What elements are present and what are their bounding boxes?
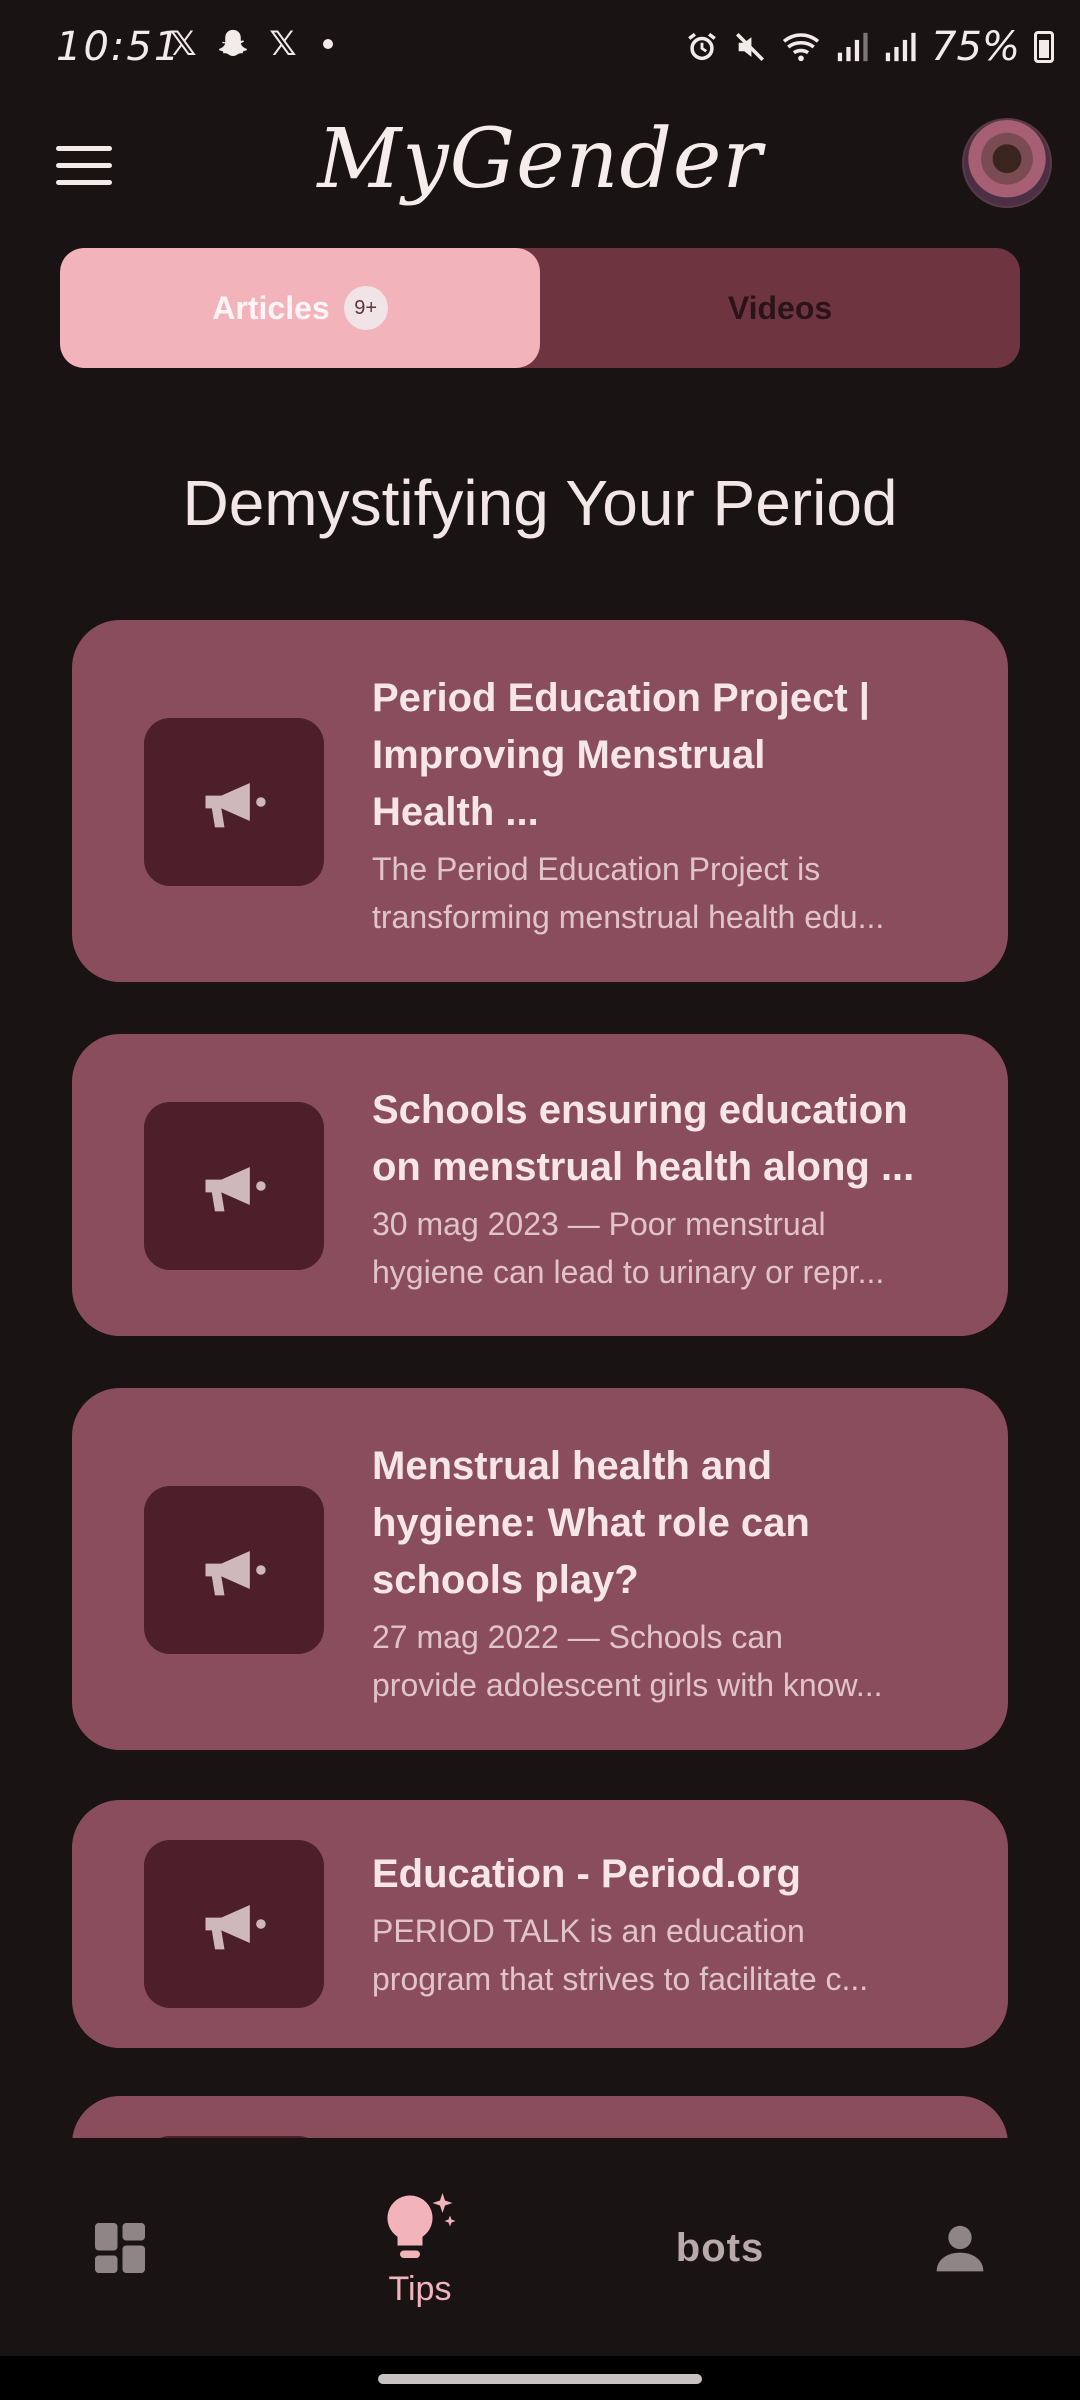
article-card[interactable]: Menstrual health and hygiene: What role …	[72, 1388, 1008, 1750]
megaphone-icon	[144, 1486, 324, 1654]
wifi-icon	[782, 33, 820, 62]
alarm-icon	[688, 32, 716, 61]
articles-count-badge: 9+	[343, 286, 388, 330]
battery-percent: 75%	[931, 24, 1020, 70]
article-title: Schools ensuring education on menstrual …	[372, 1088, 915, 1189]
bots-logo: bots	[675, 2225, 765, 2270]
status-bar: 10:51 𝕏 𝕏 75%	[0, 0, 1080, 100]
signal-icon	[885, 32, 916, 62]
article-title: Education - Period.org	[372, 1852, 801, 1896]
person-icon	[936, 2225, 984, 2272]
megaphone-icon	[144, 1102, 324, 1270]
avatar[interactable]	[962, 118, 1052, 208]
lightbulb-sparkle-icon	[387, 2192, 456, 2258]
tab-videos-label: Videos	[727, 289, 833, 326]
mute-icon	[736, 32, 765, 62]
tab-videos[interactable]: Videos	[540, 248, 1020, 368]
section-title: Demystifying Your Period	[182, 467, 898, 539]
article-description: PERIOD TALK is an education program that…	[372, 1913, 869, 1997]
nav-profile[interactable]	[900, 2140, 1020, 2356]
nav-dashboard[interactable]	[60, 2140, 180, 2356]
signal-icon	[837, 32, 868, 62]
article-list[interactable]: Period Education Project | Improving Men…	[0, 620, 1080, 2138]
nav-bots[interactable]: bots	[650, 2140, 790, 2356]
battery-icon	[1034, 31, 1054, 63]
article-card[interactable]: Schools ensuring education on menstrual …	[72, 1034, 1008, 1336]
nav-tips-label: Tips	[388, 2269, 452, 2308]
article-description: 30 mag 2023 — Poor menstrual hygiene can…	[372, 1206, 885, 1290]
x-notification-icon: 𝕏	[269, 25, 297, 63]
article-card[interactable]: Education - Period.org PERIOD TALK is an…	[72, 1800, 1008, 2048]
snapchat-notification-icon	[215, 26, 251, 62]
article-card-partial[interactable]	[72, 2096, 1008, 2138]
home-gesture-handle[interactable]	[378, 2374, 702, 2384]
article-title: Menstrual health and hygiene: What role …	[372, 1444, 810, 1602]
megaphone-icon	[144, 2136, 324, 2138]
notification-icons: 𝕏 𝕏	[165, 25, 333, 63]
article-title: Period Education Project | Improving Men…	[372, 676, 870, 834]
nav-tips[interactable]: Tips	[360, 2140, 480, 2356]
x-notification-icon: 𝕏	[169, 25, 197, 63]
system-icons: 75%	[685, 24, 1054, 70]
dashboard-icon	[95, 2223, 145, 2273]
tab-articles[interactable]: Articles 9+	[60, 248, 540, 368]
article-description: 27 mag 2022 — Schools can provide adoles…	[372, 1619, 883, 1703]
tab-articles-label: Articles	[212, 289, 330, 326]
megaphone-icon	[144, 1840, 324, 2008]
more-notifications-dot	[323, 39, 333, 49]
tab-bar: Articles 9+ Videos	[60, 248, 1020, 368]
megaphone-icon	[144, 718, 324, 886]
bottom-navigation: Tips bots	[0, 2140, 1080, 2356]
status-time: 10:51	[56, 24, 182, 70]
article-description: The Period Education Project is transfor…	[372, 851, 885, 935]
app-title: MyGender	[317, 112, 763, 207]
article-card[interactable]: Period Education Project | Improving Men…	[72, 620, 1008, 982]
